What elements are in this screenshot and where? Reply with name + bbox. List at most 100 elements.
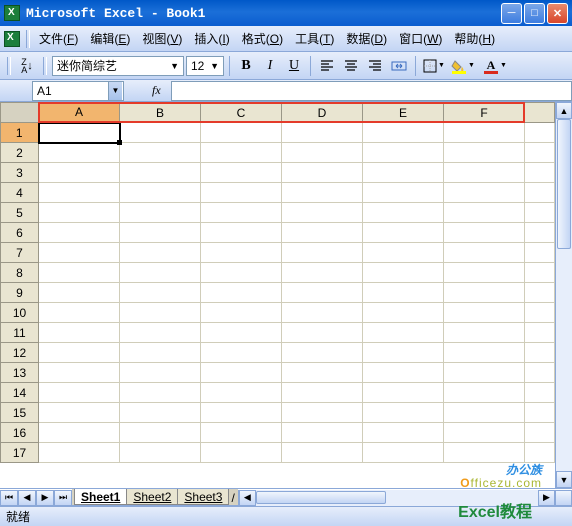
cell-B12[interactable] bbox=[120, 343, 201, 363]
cell-F13[interactable] bbox=[444, 363, 525, 383]
cell-E13[interactable] bbox=[363, 363, 444, 383]
prev-sheet-button[interactable]: ◀ bbox=[18, 490, 36, 506]
cell-D2[interactable] bbox=[282, 143, 363, 163]
cell-F3[interactable] bbox=[444, 163, 525, 183]
cell-B15[interactable] bbox=[120, 403, 201, 423]
cell-E9[interactable] bbox=[363, 283, 444, 303]
cell-E3[interactable] bbox=[363, 163, 444, 183]
cell-F9[interactable] bbox=[444, 283, 525, 303]
cell-D3[interactable] bbox=[282, 163, 363, 183]
cell-F8[interactable] bbox=[444, 263, 525, 283]
cell-E10[interactable] bbox=[363, 303, 444, 323]
chevron-down-icon[interactable]: ▼ bbox=[108, 82, 122, 100]
cell-C14[interactable] bbox=[201, 383, 282, 403]
grip-icon[interactable] bbox=[26, 30, 30, 48]
row-header-1[interactable]: 1 bbox=[1, 123, 39, 143]
menu-o[interactable]: 格式(O) bbox=[236, 27, 289, 50]
cell-D6[interactable] bbox=[282, 223, 363, 243]
align-center-button[interactable] bbox=[340, 55, 362, 77]
cell-F15[interactable] bbox=[444, 403, 525, 423]
cell-E2[interactable] bbox=[363, 143, 444, 163]
cell-D12[interactable] bbox=[282, 343, 363, 363]
menu-v[interactable]: 视图(V) bbox=[136, 27, 188, 50]
first-sheet-button[interactable]: ⏮ bbox=[0, 490, 18, 506]
cell-E8[interactable] bbox=[363, 263, 444, 283]
resize-grip[interactable] bbox=[555, 490, 572, 506]
borders-button[interactable]: ▼ bbox=[421, 55, 446, 77]
font-name-combo[interactable]: 迷你简综艺 ▼ bbox=[52, 56, 184, 76]
cell-F14[interactable] bbox=[444, 383, 525, 403]
col-header-A[interactable]: A bbox=[39, 103, 120, 123]
cell-F1[interactable] bbox=[444, 123, 525, 143]
cell-D14[interactable] bbox=[282, 383, 363, 403]
col-header-D[interactable]: D bbox=[282, 103, 363, 123]
cell-C8[interactable] bbox=[201, 263, 282, 283]
cell-B7[interactable] bbox=[120, 243, 201, 263]
row-header-15[interactable]: 15 bbox=[1, 403, 39, 423]
row-header-14[interactable]: 14 bbox=[1, 383, 39, 403]
row-header-3[interactable]: 3 bbox=[1, 163, 39, 183]
scroll-up-button[interactable]: ▲ bbox=[556, 102, 572, 119]
cell-F7[interactable] bbox=[444, 243, 525, 263]
menu-h[interactable]: 帮助(H) bbox=[448, 27, 501, 50]
scroll-thumb[interactable] bbox=[256, 491, 386, 504]
cell-C1[interactable] bbox=[201, 123, 282, 143]
cell-A6[interactable] bbox=[39, 223, 120, 243]
cell-D8[interactable] bbox=[282, 263, 363, 283]
formula-input[interactable] bbox=[171, 81, 572, 101]
cell-C7[interactable] bbox=[201, 243, 282, 263]
select-all-corner[interactable] bbox=[1, 103, 39, 123]
row-header-10[interactable]: 10 bbox=[1, 303, 39, 323]
name-box[interactable]: A1 ▼ bbox=[32, 81, 124, 101]
cell-C2[interactable] bbox=[201, 143, 282, 163]
vertical-scrollbar[interactable]: ▲ ▼ bbox=[555, 102, 572, 488]
cell-A5[interactable] bbox=[39, 203, 120, 223]
row-header-9[interactable]: 9 bbox=[1, 283, 39, 303]
cell-A14[interactable] bbox=[39, 383, 120, 403]
cell-F16[interactable] bbox=[444, 423, 525, 443]
cell-E17[interactable] bbox=[363, 443, 444, 463]
cell-A9[interactable] bbox=[39, 283, 120, 303]
cell-E6[interactable] bbox=[363, 223, 444, 243]
row-header-13[interactable]: 13 bbox=[1, 363, 39, 383]
cell-F11[interactable] bbox=[444, 323, 525, 343]
font-size-combo[interactable]: 12 ▼ bbox=[186, 56, 224, 76]
cell-C3[interactable] bbox=[201, 163, 282, 183]
document-icon[interactable] bbox=[4, 31, 20, 47]
cell-E11[interactable] bbox=[363, 323, 444, 343]
row-header-5[interactable]: 5 bbox=[1, 203, 39, 223]
cell-B17[interactable] bbox=[120, 443, 201, 463]
scroll-thumb[interactable] bbox=[557, 119, 571, 249]
font-color-button[interactable]: A▼ bbox=[480, 55, 502, 77]
menu-w[interactable]: 窗口(W) bbox=[393, 27, 448, 50]
cell-D4[interactable] bbox=[282, 183, 363, 203]
cell-D17[interactable] bbox=[282, 443, 363, 463]
cell-A2[interactable] bbox=[39, 143, 120, 163]
row-header-11[interactable]: 11 bbox=[1, 323, 39, 343]
cell-D16[interactable] bbox=[282, 423, 363, 443]
cell-C5[interactable] bbox=[201, 203, 282, 223]
maximize-button[interactable]: □ bbox=[524, 3, 545, 24]
cell-B2[interactable] bbox=[120, 143, 201, 163]
fill-color-button[interactable]: ▼ bbox=[448, 55, 470, 77]
cell-D9[interactable] bbox=[282, 283, 363, 303]
cell-E12[interactable] bbox=[363, 343, 444, 363]
cell-B9[interactable] bbox=[120, 283, 201, 303]
row-header-16[interactable]: 16 bbox=[1, 423, 39, 443]
cell-B13[interactable] bbox=[120, 363, 201, 383]
col-header-C[interactable]: C bbox=[201, 103, 282, 123]
row-header-7[interactable]: 7 bbox=[1, 243, 39, 263]
sheet-tab-sheet2[interactable]: Sheet2 bbox=[126, 489, 178, 505]
merge-center-button[interactable] bbox=[388, 55, 410, 77]
minimize-button[interactable]: ─ bbox=[501, 3, 522, 24]
cell-B1[interactable] bbox=[120, 123, 201, 143]
sheet-tab-sheet1[interactable]: Sheet1 bbox=[74, 489, 127, 505]
cell-C16[interactable] bbox=[201, 423, 282, 443]
cell-A11[interactable] bbox=[39, 323, 120, 343]
cell-E15[interactable] bbox=[363, 403, 444, 423]
cell-A4[interactable] bbox=[39, 183, 120, 203]
cell-A12[interactable] bbox=[39, 343, 120, 363]
scroll-left-button[interactable]: ◀ bbox=[239, 490, 256, 506]
cell-A13[interactable] bbox=[39, 363, 120, 383]
cell-F5[interactable] bbox=[444, 203, 525, 223]
